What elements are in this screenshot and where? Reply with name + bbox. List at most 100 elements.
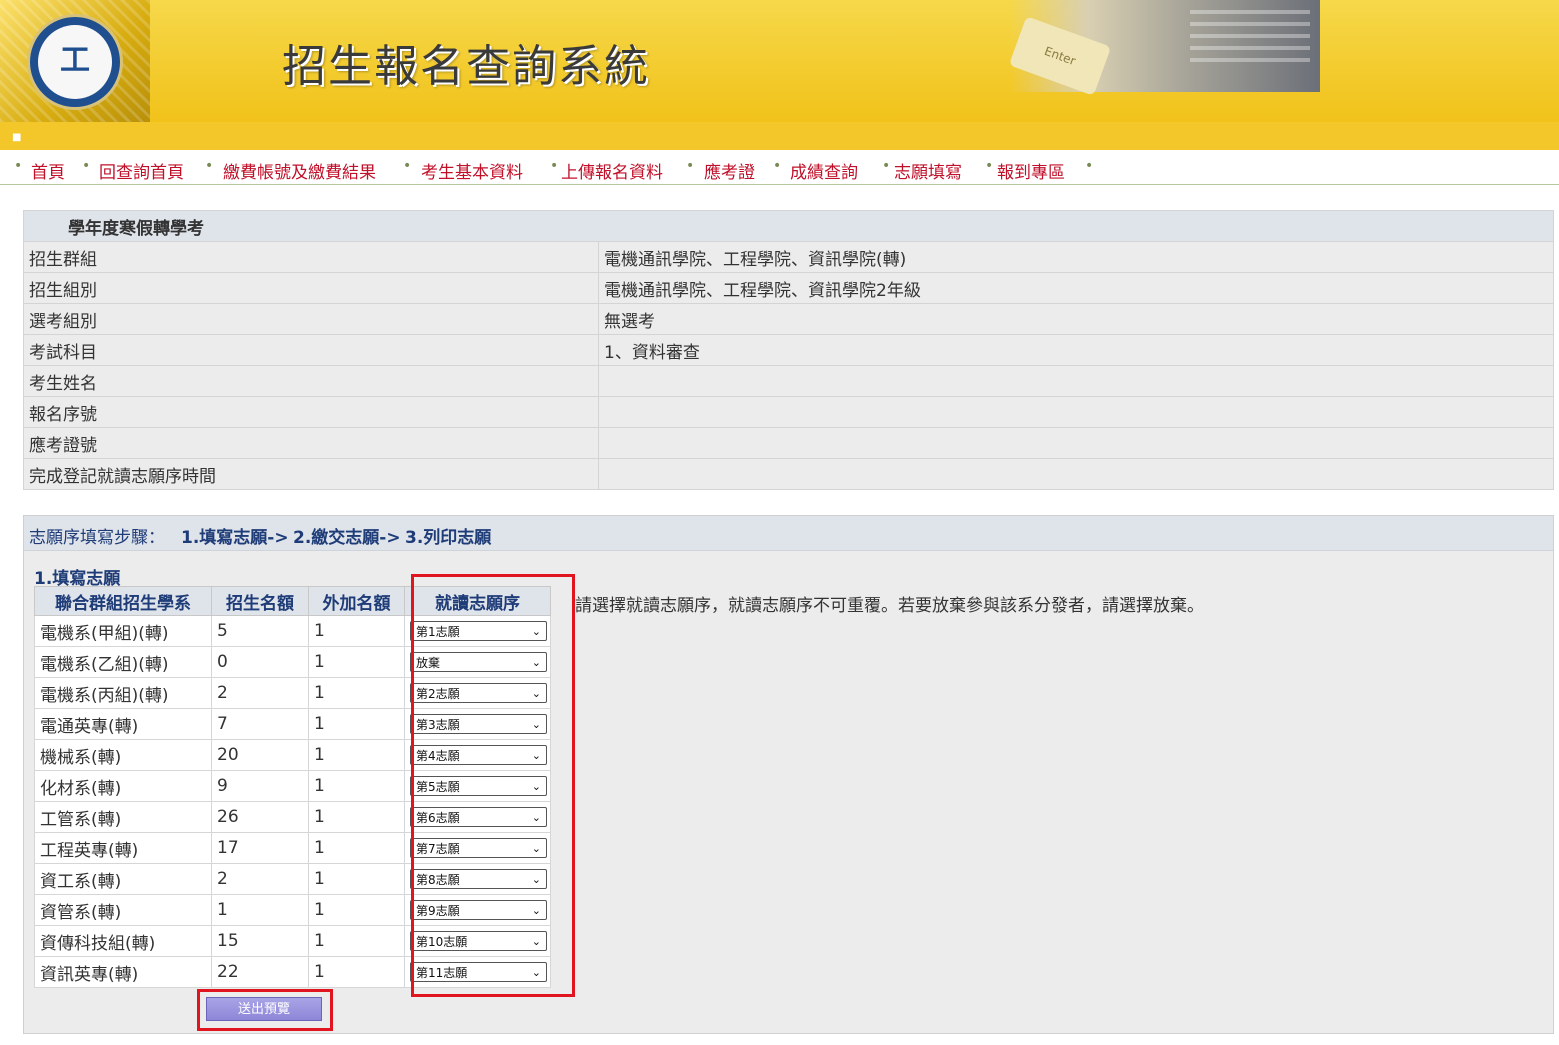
chevron-down-icon: ⌄ [531, 687, 541, 700]
info-label: 選考組別 [23, 303, 599, 335]
nav-item-scores[interactable]: 成績查詢 [790, 158, 858, 183]
quota-cell: 0 [211, 646, 309, 678]
chevron-down-icon: ⌄ [531, 904, 541, 917]
bullet-icon: • [82, 158, 91, 174]
choice-value: 第2志願 [416, 687, 460, 701]
quota-cell: 15 [211, 925, 309, 957]
step-2: 2.繳交志願-> [293, 528, 401, 548]
quota-cell: 26 [211, 801, 309, 833]
extra-cell: 1 [308, 770, 405, 802]
choice-value: 第11志願 [416, 966, 468, 980]
step-1: 1.填寫志願-> [181, 528, 289, 548]
chevron-down-icon: ⌄ [531, 966, 541, 979]
chevron-down-icon: ⌄ [531, 873, 541, 886]
choice-value: 第6志願 [416, 811, 460, 825]
nav-item-upload[interactable]: 上傳報名資料 [561, 158, 663, 183]
dept-cell: 資管系(轉) [34, 894, 212, 926]
info-value: 無選考 [598, 303, 1554, 335]
choice-select[interactable]: 第4志願 ⌄ [410, 745, 547, 765]
col-header-dept: 聯合群組招生學系 [34, 586, 212, 616]
extra-cell: 1 [308, 863, 405, 895]
info-value [598, 396, 1554, 428]
extra-cell: 1 [308, 739, 405, 771]
nav-item-home[interactable]: 首頁 [31, 158, 65, 183]
col-header-quota: 招生名額 [211, 586, 309, 616]
bullet-icon: • [686, 158, 695, 174]
choice-select[interactable]: 第11志願 ⌄ [410, 962, 547, 982]
col-header-extra: 外加名額 [308, 586, 405, 616]
table-row: 招生群組 電機通訊學院、工程學院、資訊學院(轉) [23, 241, 1554, 273]
table-row: 報名序號 [23, 396, 1554, 428]
quota-cell: 9 [211, 770, 309, 802]
main-nav: • 首頁 • 回查詢首頁 • 繳費帳號及繳費結果 • 考生基本資料 • 上傳報名… [0, 152, 1559, 185]
info-value: 1、資料審查 [598, 334, 1554, 366]
quota-cell: 2 [211, 863, 309, 895]
instruction-text: 請選擇就讀志願序，就讀志願序不可重覆。若要放棄參與該系分發者，請選擇放棄。 [575, 596, 1204, 616]
info-value: 電機通訊學院、工程學院、資訊學院(轉) [598, 241, 1554, 273]
dept-cell: 電機系(乙組)(轉) [34, 646, 212, 678]
choice-select[interactable]: 第8志願 ⌄ [410, 869, 547, 889]
quota-cell: 22 [211, 956, 309, 988]
extra-cell: 1 [308, 832, 405, 864]
bullet-icon: • [773, 158, 782, 174]
choice-select[interactable]: 第6志願 ⌄ [410, 807, 547, 827]
info-label: 報名序號 [23, 396, 599, 428]
dept-cell: 資傳科技組(轉) [34, 925, 212, 957]
nav-item-payment[interactable]: 繳費帳號及繳費結果 [223, 158, 376, 183]
nav-item-query-home[interactable]: 回查詢首頁 [99, 158, 184, 183]
chevron-down-icon: ⌄ [531, 780, 541, 793]
choice-select[interactable]: 第3志願 ⌄ [410, 714, 547, 734]
table-row: 資訊英專(轉) 22 1 第11志願 ⌄ [34, 956, 551, 988]
table-row: 工管系(轉) 26 1 第6志願 ⌄ [34, 801, 551, 833]
info-label: 考生姓名 [23, 365, 599, 397]
choice-value: 第4志願 [416, 749, 460, 763]
table-row: 招生組別 電機通訊學院、工程學院、資訊學院2年級 [23, 272, 1554, 304]
dept-cell: 工管系(轉) [34, 801, 212, 833]
page-title: 招生報名查詢系統 [282, 41, 650, 92]
chevron-down-icon: ⌄ [531, 935, 541, 948]
dept-cell: 電機系(丙組)(轉) [34, 677, 212, 709]
table-row: 資傳科技組(轉) 15 1 第10志願 ⌄ [34, 925, 551, 957]
choice-value: 第8志願 [416, 873, 460, 887]
choice-select[interactable]: 放棄 ⌄ [410, 652, 547, 672]
col-header-choice: 就讀志願序 [404, 586, 551, 616]
nav-item-registration[interactable]: 報到專區 [997, 158, 1065, 183]
bullet-icon: • [205, 158, 214, 174]
info-value: 電機通訊學院、工程學院、資訊學院2年級 [598, 272, 1554, 304]
choice-value: 第10志願 [416, 935, 468, 949]
header-strip [0, 122, 1559, 150]
choice-select[interactable]: 第7志願 ⌄ [410, 838, 547, 858]
table-row: 選考組別 無選考 [23, 303, 1554, 335]
table-row: 工程英專(轉) 17 1 第7志願 ⌄ [34, 832, 551, 864]
table-row: 電機系(乙組)(轉) 0 1 放棄 ⌄ [34, 646, 551, 678]
bullet-icon: • [550, 158, 559, 174]
choice-select[interactable]: 第9志願 ⌄ [410, 900, 547, 920]
steps-prefix: 志願序填寫步驟： [29, 528, 165, 548]
extra-cell: 1 [308, 894, 405, 926]
quota-cell: 7 [211, 708, 309, 740]
nav-item-choices[interactable]: 志願填寫 [894, 158, 962, 183]
dept-cell: 機械系(轉) [34, 739, 212, 771]
submit-preview-button[interactable]: 送出預覽 [206, 997, 322, 1021]
info-label: 招生群組 [23, 241, 599, 273]
choices-table: 聯合群組招生學系 招生名額 外加名額 就讀志願序 電機系(甲組)(轉) 5 1 第1志… [34, 586, 551, 988]
choice-select[interactable]: 第2志願 ⌄ [410, 683, 547, 703]
quota-cell: 1 [211, 894, 309, 926]
extra-cell: 1 [308, 801, 405, 833]
quota-cell: 5 [211, 615, 309, 647]
nav-item-admission-ticket[interactable]: 應考證 [704, 158, 755, 183]
dept-cell: 工程英專(轉) [34, 832, 212, 864]
choice-panel: 志願序填寫步驟： 1.填寫志願-> 2.繳交志願-> 3.列印志願 1.填寫志願… [23, 515, 1554, 1034]
bullet-icon: • [403, 158, 412, 174]
nav-item-profile[interactable]: 考生基本資料 [421, 158, 523, 183]
grid-dots-icon: ■ [12, 132, 22, 143]
choice-select[interactable]: 第5志願 ⌄ [410, 776, 547, 796]
bullet-icon: • [882, 158, 891, 174]
choice-value: 第1志願 [416, 625, 460, 639]
choice-select[interactable]: 第10志願 ⌄ [410, 931, 547, 951]
university-logo: 工 [27, 14, 123, 110]
extra-cell: 1 [308, 677, 405, 709]
bullet-icon: • [14, 158, 23, 174]
choice-select[interactable]: 第1志願 ⌄ [410, 621, 547, 641]
extra-cell: 1 [308, 646, 405, 678]
